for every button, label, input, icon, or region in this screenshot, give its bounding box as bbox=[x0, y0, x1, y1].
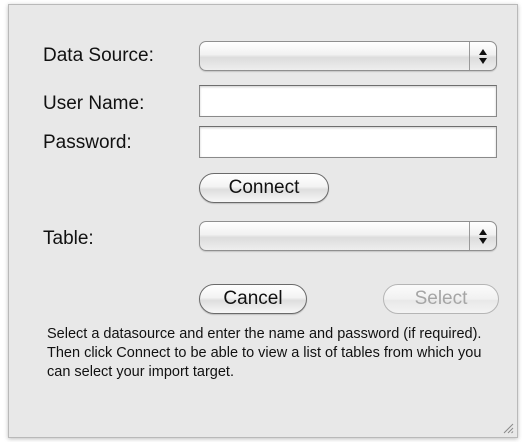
table-popup[interactable] bbox=[199, 221, 497, 251]
user-name-label: User Name: bbox=[43, 93, 145, 114]
up-down-arrows-icon bbox=[469, 222, 496, 250]
help-text: Select a datasource and enter the name a… bbox=[47, 326, 482, 380]
import-dialog: Data Source: User Name: Password: Connec… bbox=[8, 4, 518, 438]
connect-button[interactable]: Connect bbox=[199, 173, 329, 203]
password-field[interactable] bbox=[199, 126, 497, 158]
select-button[interactable]: Select bbox=[383, 284, 499, 314]
data-source-popup[interactable] bbox=[199, 41, 497, 71]
resize-grip-icon[interactable] bbox=[502, 422, 514, 434]
user-name-field[interactable] bbox=[199, 85, 497, 117]
table-label: Table: bbox=[43, 228, 94, 249]
up-down-arrows-icon bbox=[469, 42, 496, 70]
cancel-button[interactable]: Cancel bbox=[199, 284, 307, 314]
password-label: Password: bbox=[43, 132, 132, 153]
data-source-label: Data Source: bbox=[43, 45, 154, 66]
